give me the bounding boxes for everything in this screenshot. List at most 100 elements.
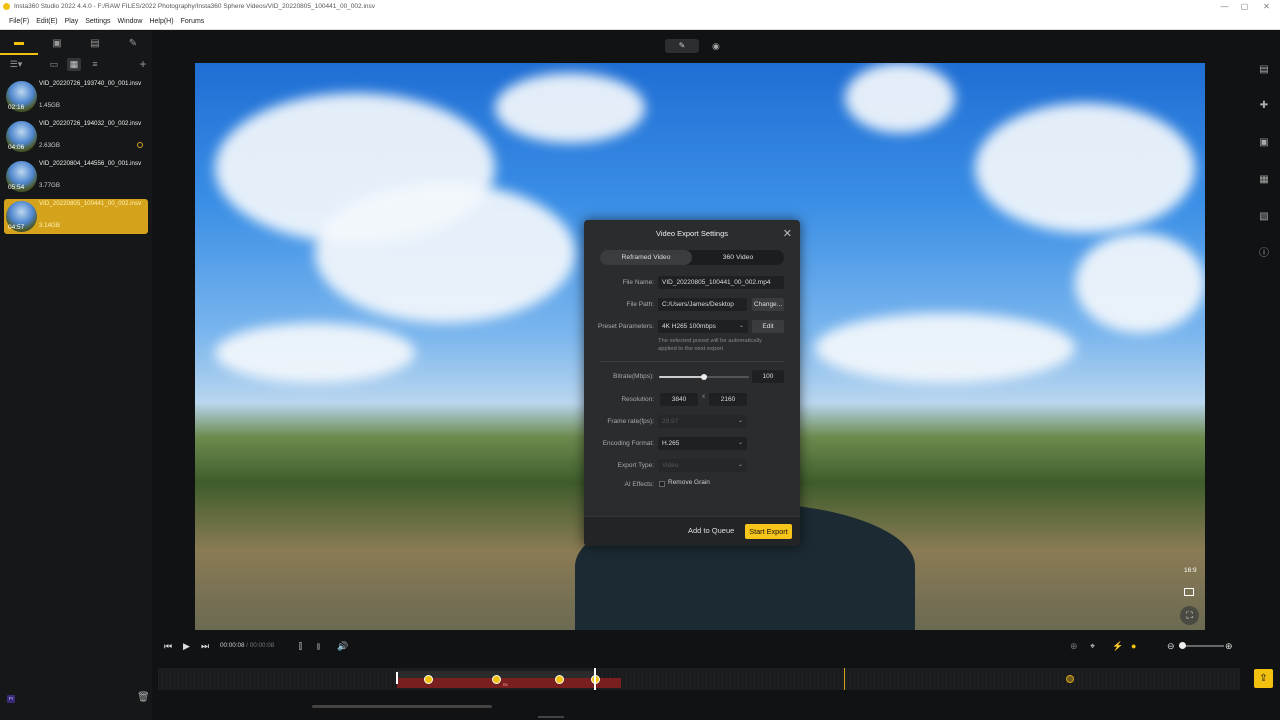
picture-in-picture-icon[interactable] <box>1184 588 1194 596</box>
file-name-label: File Name: <box>622 279 654 286</box>
file-path-label: File Path: <box>626 301 654 308</box>
menu-edit[interactable]: Edit(E) <box>36 13 57 29</box>
timeline-scrollbar[interactable] <box>312 705 492 708</box>
play-icon[interactable]: ▶ <box>183 638 190 654</box>
add-media-icon[interactable]: + <box>137 58 149 71</box>
keyframe-marker[interactable] <box>1066 675 1074 683</box>
edit-mode-toggle[interactable]: ✎ <box>665 39 699 53</box>
camera-icon[interactable]: ▣ <box>1258 137 1270 149</box>
menu-forums[interactable]: Forums <box>181 13 205 29</box>
bitrate-slider[interactable] <box>659 374 749 380</box>
zoom-out-icon[interactable]: ⊖ <box>1167 638 1175 654</box>
magic-icon[interactable]: ● <box>1131 638 1136 654</box>
file-path-field[interactable]: C:/Users/James/Desktop <box>658 298 747 311</box>
skip-back-icon[interactable]: ⏮ <box>164 638 172 654</box>
file-name: VID_20220726_193740_00_001.insv <box>39 80 142 87</box>
layers-icon[interactable]: ▧ <box>1258 211 1270 223</box>
timeline-track[interactable] <box>158 668 1240 690</box>
file-duration: 04:57 <box>8 224 25 231</box>
adjust-icon[interactable]: ▤ <box>1258 64 1270 76</box>
file-name: VID_20220726_194032_00_002.insv <box>39 120 142 127</box>
sort-icon[interactable]: ☰▾ <box>8 58 24 71</box>
resolution-width-input[interactable]: 3840 <box>660 393 698 406</box>
list-view-icon[interactable]: ≡ <box>89 58 101 71</box>
plugin-icon[interactable]: ✚ <box>1258 100 1270 112</box>
timeline-zoom-slider[interactable] <box>1182 645 1224 647</box>
edit-list-icon[interactable]: ✎ <box>114 31 152 55</box>
file-item[interactable]: 05:54 VID_20220804_144556_00_001.insv 3.… <box>4 159 148 194</box>
album-icon[interactable]: ▣ <box>38 31 76 55</box>
trim-end-icon[interactable]: ⫾ <box>317 638 320 654</box>
bitrate-input[interactable]: 100 <box>752 370 784 383</box>
file-item[interactable]: 04:06 VID_20220726_194032_00_002.insv 2.… <box>4 119 148 154</box>
remove-grain-label[interactable]: Remove Grain <box>668 479 710 486</box>
close-icon[interactable]: ✕ <box>783 227 792 240</box>
speed-icon[interactable]: ⚡ <box>1112 638 1123 654</box>
remove-grain-checkbox[interactable] <box>659 481 665 487</box>
close-window-button[interactable]: ✕ <box>1255 0 1278 13</box>
grid-view-icon[interactable]: ▦ <box>67 58 81 71</box>
file-name-field[interactable]: VID_20220805_100441_00_002.mp4 <box>658 276 784 289</box>
file-size: 1.45GB <box>39 102 60 109</box>
zoom-in-icon[interactable]: ⊕ <box>1225 638 1233 654</box>
fullscreen-icon[interactable]: ⛶ <box>1180 606 1199 625</box>
filter-icon[interactable]: ▦ <box>1258 174 1270 186</box>
folder-icon[interactable]: ▤ <box>76 31 114 55</box>
file-size: 3.77GB <box>39 182 60 189</box>
premiere-plugin-icon[interactable]: Pr <box>7 695 15 703</box>
library-toolbar: ☰▾ ▭ ▦ ≡ + <box>0 57 152 73</box>
add-keyframe-icon[interactable]: ⊕ <box>1070 638 1078 654</box>
bitrate-slider-fill <box>659 376 704 378</box>
keyframe-marker[interactable] <box>424 675 433 684</box>
export-icon[interactable]: ⇪ <box>1254 669 1273 688</box>
trim-start-icon[interactable]: ⫿ <box>299 638 302 654</box>
bottom-handle[interactable] <box>538 716 564 718</box>
menu-window[interactable]: Window <box>118 13 143 29</box>
file-size: 3.14GB <box>39 222 60 229</box>
cloud-shape <box>215 323 415 383</box>
keyframe-marker[interactable] <box>492 675 501 684</box>
preset-select[interactable]: 4K H265 100mbps ⌄ <box>658 320 748 333</box>
start-export-button[interactable]: Start Export <box>745 524 792 539</box>
info-icon[interactable]: ⓘ <box>1258 248 1270 260</box>
skip-forward-icon[interactable]: ⏭ <box>201 638 209 654</box>
volume-icon[interactable]: 🔊 <box>337 638 348 654</box>
resolution-height-input[interactable]: 2160 <box>709 393 747 406</box>
resolution-label: Resolution: <box>621 396 654 403</box>
file-item-selected[interactable]: 04:57 VID_20220805_100441_00_002.insv 3.… <box>4 199 148 234</box>
tab-360-video[interactable]: 360 Video <box>692 250 784 265</box>
file-name: VID_20220804_144556_00_001.insv <box>39 160 142 167</box>
deep-track-icon[interactable]: ⌖ <box>1090 638 1095 654</box>
menu-file[interactable]: File(F) <box>9 13 29 29</box>
export-type-select: Video ⌄ <box>658 459 747 472</box>
dialog-title: Video Export Settings <box>656 229 728 238</box>
tab-reframed-video[interactable]: Reframed Video <box>600 250 692 265</box>
video-export-dialog: Video Export Settings ✕ Reframed Video 3… <box>584 220 800 546</box>
keyframe-marker[interactable] <box>555 675 564 684</box>
large-view-icon[interactable]: ▭ <box>48 58 60 71</box>
bitrate-slider-handle[interactable] <box>701 374 707 380</box>
timeline-zoom-handle[interactable] <box>1179 642 1186 649</box>
file-item[interactable]: 02:16 VID_20220726_193740_00_001.insv 1.… <box>4 79 148 114</box>
aspect-ratio-label[interactable]: 16:9 <box>1184 567 1197 574</box>
preset-label: Preset Parameters: <box>598 323 654 330</box>
eye-icon[interactable]: ◉ <box>712 39 720 53</box>
maximize-button[interactable]: ▢ <box>1233 0 1256 13</box>
cloud-shape <box>1075 233 1205 333</box>
media-icon[interactable]: ▬ <box>0 31 38 55</box>
add-to-queue-button[interactable]: Add to Queue <box>688 526 734 535</box>
playhead[interactable] <box>594 668 596 690</box>
trash-icon[interactable]: 🗑 <box>137 692 150 703</box>
preset-value: 4K H265 100mbps <box>662 323 716 330</box>
edit-preset-button[interactable]: Edit <box>752 320 784 333</box>
bitrate-label: Bitrate(Mbps): <box>613 373 654 380</box>
media-library-panel: ▬ ▣ ▤ ✎ ☰▾ ▭ ▦ ≡ + 02:16 VID_20220726_19… <box>0 31 152 720</box>
menu-settings[interactable]: Settings <box>85 13 110 29</box>
clip-start-handle[interactable] <box>396 672 398 684</box>
chevron-down-icon: ⌄ <box>737 440 743 446</box>
encoding-select[interactable]: H.265 ⌄ <box>658 437 747 450</box>
timeline-marker[interactable] <box>844 668 845 690</box>
menu-help[interactable]: Help(H) <box>149 13 173 29</box>
menu-play[interactable]: Play <box>65 13 79 29</box>
change-path-button[interactable]: Change... <box>752 298 784 311</box>
